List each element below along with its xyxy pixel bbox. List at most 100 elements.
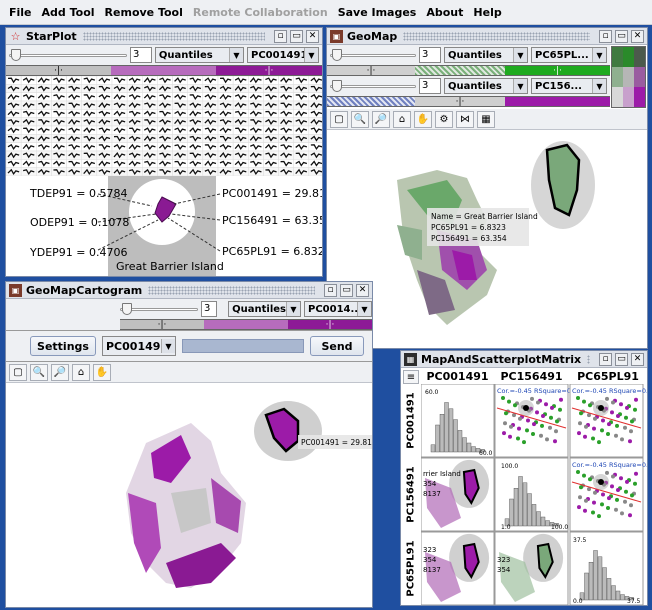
- scatter-point: [584, 424, 588, 429]
- color-classing-bar[interactable]: ·|· ·|·: [120, 319, 372, 330]
- scatter-point: [530, 396, 534, 401]
- collab-panel: Settings PC001491▼ Send: [6, 330, 372, 362]
- color-classing-bar-2[interactable]: ·|·: [327, 96, 610, 107]
- message-field[interactable]: [182, 339, 304, 353]
- scatter-point: [610, 484, 614, 489]
- collab-variable-combo[interactable]: PC001491▼: [102, 336, 176, 356]
- scatter-point: [507, 399, 511, 404]
- excentricity-icon[interactable]: ⚙: [435, 110, 453, 128]
- variable-combo[interactable]: PC0014... ▼: [304, 301, 372, 317]
- class-purple[interactable]: ·|·: [216, 66, 322, 76]
- zoom-out-icon[interactable]: 🔎: [51, 363, 69, 381]
- menu-save-images[interactable]: Save Images: [333, 6, 422, 19]
- class-count-field[interactable]: 3: [201, 301, 218, 317]
- scatter-point: [588, 477, 592, 482]
- zoom-out-icon[interactable]: 🔎: [372, 110, 390, 128]
- class-count-slider-2[interactable]: [330, 80, 416, 92]
- matrix-titlebar[interactable]: ▦ MapAndScatterplotMatrix ▫ ▭ ✕: [401, 351, 647, 368]
- class-grey[interactable]: ·|·: [120, 320, 204, 330]
- close-icon[interactable]: ✕: [631, 352, 644, 366]
- scatter-point: [544, 402, 548, 407]
- map-icon: ▣: [9, 283, 22, 297]
- variable-combo[interactable]: PC65PL... ▼: [531, 47, 607, 63]
- class-count-slider[interactable]: [120, 303, 198, 315]
- class-hatched-blue[interactable]: [327, 97, 415, 106]
- class-purple[interactable]: [505, 97, 610, 106]
- menu-about[interactable]: About: [421, 6, 468, 19]
- class-grey[interactable]: ·|·: [415, 97, 505, 107]
- class-grey[interactable]: ·|·: [6, 66, 111, 76]
- menu-remove-tool[interactable]: Remove Tool: [100, 6, 188, 19]
- menu-add-tool[interactable]: Add Tool: [37, 6, 100, 19]
- variable-combo-2[interactable]: PC156... ▼: [531, 78, 607, 94]
- close-icon[interactable]: ✕: [631, 29, 644, 43]
- geomap-canvas[interactable]: Name = Great Barrier Island PC65PL91 = 6…: [327, 130, 648, 340]
- cell-text: 354: [423, 480, 437, 488]
- close-icon[interactable]: ✕: [306, 29, 319, 43]
- maximize-icon[interactable]: ▭: [615, 29, 628, 43]
- minimize-icon[interactable]: ▫: [599, 29, 612, 43]
- menu-bar: File Add Tool Remove Tool Remote Collabo…: [0, 0, 652, 25]
- matrix-window: ▦ MapAndScatterplotMatrix ▫ ▭ ✕ ≡ PC0014…: [400, 350, 648, 606]
- class-count-slider[interactable]: [9, 49, 127, 61]
- select-tool-icon[interactable]: ▢: [330, 110, 348, 128]
- class-hatched[interactable]: [415, 66, 505, 75]
- minimize-icon[interactable]: ▫: [274, 29, 287, 43]
- geomap-titlebar[interactable]: ▣ GeoMap ▫ ▭ ✕: [327, 28, 647, 45]
- starplot-titlebar[interactable]: ☆ StarPlot ▫ ▭ ✕: [6, 28, 322, 45]
- axis-label: 100.0: [501, 463, 518, 470]
- class-light-purple[interactable]: [204, 320, 288, 329]
- pan-hand-icon[interactable]: ✋: [414, 110, 432, 128]
- histogram-bar: [588, 561, 594, 601]
- send-button[interactable]: Send: [310, 336, 364, 356]
- menu-file[interactable]: File: [4, 6, 37, 19]
- class-green[interactable]: ·|·: [505, 66, 610, 76]
- histogram-bar: [471, 446, 476, 453]
- maximize-icon[interactable]: ▭: [290, 29, 303, 43]
- classification-combo[interactable]: Quantiles ▼: [228, 301, 301, 317]
- class-grey[interactable]: ·|·: [327, 66, 415, 76]
- variable-combo[interactable]: PC001491 ▼: [247, 47, 319, 63]
- maximize-icon[interactable]: ▭: [340, 283, 353, 297]
- axis-label: 100.0: [551, 524, 568, 531]
- classification-combo[interactable]: Quantiles ▼: [154, 47, 244, 63]
- select-tool-icon[interactable]: ▢: [9, 363, 27, 381]
- class-count-slider[interactable]: [330, 49, 416, 61]
- class-light-purple[interactable]: [111, 66, 216, 75]
- maximize-icon[interactable]: ▭: [615, 352, 628, 366]
- histogram-bar: [513, 487, 519, 527]
- histogram-bar: [509, 498, 514, 527]
- cartogram-titlebar[interactable]: ▣ GeoMapCartogram ▫ ▭ ✕: [6, 282, 372, 299]
- matrix-icon: ▦: [404, 352, 417, 366]
- settings-button[interactable]: Settings: [30, 336, 96, 356]
- close-icon[interactable]: ✕: [356, 283, 369, 297]
- classification-combo[interactable]: Quantiles ▼: [444, 47, 528, 63]
- class-count-field[interactable]: 3: [419, 47, 441, 63]
- home-icon[interactable]: ⌂: [393, 110, 411, 128]
- selected-point: [523, 405, 529, 411]
- menu-help[interactable]: Help: [468, 6, 506, 19]
- cartogram-canvas[interactable]: PC001491 = 29.8137: [6, 383, 373, 603]
- zoom-in-icon[interactable]: 🔍: [30, 363, 48, 381]
- scatter-point: [601, 418, 605, 423]
- class-count-field[interactable]: 3: [130, 47, 152, 63]
- color-classing-bar-1[interactable]: ·|· ·|·: [327, 65, 610, 76]
- fisheye-icon[interactable]: ⋈: [456, 110, 474, 128]
- scatter-point: [611, 400, 615, 405]
- matrix-grid[interactable]: Cor.=-0.45 RSquare=0.4Cor.=-0.45 RSquare…: [421, 384, 648, 606]
- pan-hand-icon[interactable]: ✋: [93, 363, 111, 381]
- bivariate-legend: [611, 46, 646, 108]
- matrix-menu-icon[interactable]: ≡: [403, 370, 419, 384]
- minimize-icon[interactable]: ▫: [599, 352, 612, 366]
- grid-icon[interactable]: ▦: [477, 110, 495, 128]
- row-header: PC156491: [405, 466, 417, 523]
- histogram-bar: [522, 482, 528, 527]
- class-purple[interactable]: ·|·: [288, 320, 372, 330]
- home-icon[interactable]: ⌂: [72, 363, 90, 381]
- classification-combo-2[interactable]: Quantiles ▼: [444, 78, 528, 94]
- zoom-in-icon[interactable]: 🔍: [351, 110, 369, 128]
- color-classing-bar[interactable]: ·|· ·|·: [6, 65, 322, 76]
- minimize-icon[interactable]: ▫: [324, 283, 337, 297]
- tooltip-text: PC001491 = 29.8137: [301, 438, 373, 447]
- class-count-field-2[interactable]: 3: [419, 78, 441, 94]
